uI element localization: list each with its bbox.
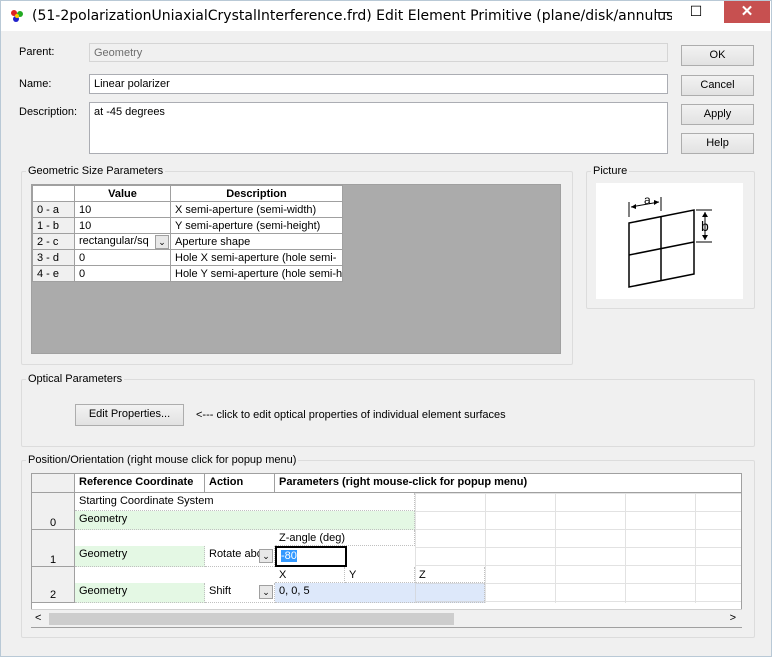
parent-field: Geometry xyxy=(89,43,668,62)
geometric-corner-header xyxy=(32,185,75,202)
geometric-row-id: 0 - a xyxy=(32,201,75,218)
parent-label: Parent: xyxy=(19,46,55,58)
row1-reference[interactable]: Geometry xyxy=(75,546,205,567)
close-button[interactable]: ✕ xyxy=(724,1,770,23)
geometric-row-value[interactable]: 10 xyxy=(74,217,171,234)
geometric-row-value[interactable]: 0 xyxy=(74,265,171,282)
diagram-label-b: b xyxy=(701,218,709,234)
minimize-button[interactable]: — xyxy=(647,1,677,23)
position-row-index: 2 xyxy=(32,567,75,603)
geometric-row-description: Aperture shape xyxy=(170,233,343,250)
edit-properties-button[interactable]: Edit Properties... xyxy=(75,404,184,426)
empty-grid xyxy=(415,493,741,603)
position-corner-header xyxy=(32,474,75,493)
row0-reference[interactable]: Geometry xyxy=(75,511,415,530)
description-input[interactable]: at -45 degrees xyxy=(89,102,668,154)
dialog-window: (51-2polarizationUniaxialCrystalInterfer… xyxy=(0,0,772,657)
title-bar: (51-2polarizationUniaxialCrystalInterfer… xyxy=(1,1,771,31)
geometric-row-id: 3 - d xyxy=(32,249,75,266)
maximize-button[interactable]: ☐ xyxy=(681,1,711,23)
geometric-row-description: Y semi-aperture (semi-height) xyxy=(170,217,343,234)
row2-reference[interactable]: Geometry xyxy=(75,583,205,603)
ok-button[interactable]: OK xyxy=(681,45,754,66)
chevron-down-icon[interactable]: ⌄ xyxy=(155,234,169,249)
description-label: Description: xyxy=(19,106,78,118)
app-icon xyxy=(11,10,23,22)
geometric-row: 3 - d 0 Hole X semi-aperture (hole semi- xyxy=(32,249,343,266)
aperture-shape-combo[interactable]: rectangular/sq ⌄ xyxy=(74,233,171,250)
geometric-row-id: 4 - e xyxy=(32,265,75,282)
aperture-diagram-svg: a b xyxy=(628,193,712,288)
position-row-index: 1 xyxy=(32,530,75,567)
row1-action-value: Rotate abo xyxy=(209,548,263,560)
parameters-header: Parameters (right mouse-click for popup … xyxy=(275,474,741,493)
ref-coordinate-header: Reference Coordinate xyxy=(75,474,205,493)
position-group-title: Position/Orientation (right mouse click … xyxy=(26,454,299,466)
geometric-row-description: Hole Y semi-aperture (hole semi-h xyxy=(170,265,343,282)
row2-action-combo[interactable]: Shift ⌄ xyxy=(205,583,275,603)
aperture-diagram: a b xyxy=(596,183,743,299)
horizontal-scrollbar[interactable]: < > xyxy=(31,609,742,627)
geometric-row-id: 1 - b xyxy=(32,217,75,234)
geometric-row-value[interactable]: 0 xyxy=(74,249,171,266)
geometric-row: 1 - b 10 Y semi-aperture (semi-height) xyxy=(32,217,343,234)
aperture-shape-value: rectangular/sq xyxy=(79,234,149,247)
geometric-row: 2 - c rectangular/sq ⌄ Aperture shape xyxy=(32,233,343,250)
scroll-thumb[interactable] xyxy=(49,613,454,625)
geometric-table: Value Description 0 - a 10 X semi-apertu… xyxy=(31,184,561,354)
geometric-value-header: Value xyxy=(74,185,171,202)
geometric-row: 0 - a 10 X semi-aperture (semi-width) xyxy=(32,201,343,218)
z-angle-value: -80 xyxy=(281,550,297,562)
diagram-label-a: a xyxy=(644,193,651,207)
window-title: (51-2polarizationUniaxialCrystalInterfer… xyxy=(32,8,672,24)
geometric-row-description: Hole X semi-aperture (hole semi- xyxy=(170,249,343,266)
row2-action-value: Shift xyxy=(209,585,232,597)
optical-group-title: Optical Parameters xyxy=(26,373,125,385)
apply-button[interactable]: Apply xyxy=(681,104,754,125)
scroll-right-arrow[interactable]: > xyxy=(730,612,736,624)
z-angle-label: Z-angle (deg) xyxy=(275,530,415,546)
position-row-index: 0 xyxy=(32,493,75,530)
geometric-group-title: Geometric Size Parameters xyxy=(26,165,166,177)
geometric-row-value[interactable]: 10 xyxy=(74,201,171,218)
picture-group-title: Picture xyxy=(591,165,630,177)
geometric-row-id: 2 - c xyxy=(32,233,75,250)
action-header: Action xyxy=(205,474,275,493)
starting-coordinate-label: Starting Coordinate System xyxy=(75,493,415,511)
help-button[interactable]: Help xyxy=(681,133,754,154)
cancel-button[interactable]: Cancel xyxy=(681,75,754,96)
optical-hint: <--- click to edit optical properties of… xyxy=(196,409,506,421)
name-label: Name: xyxy=(19,78,52,90)
x-label: X xyxy=(275,567,345,583)
row1-action-combo[interactable]: Rotate abo ⌄ xyxy=(205,546,275,567)
geometric-row-description: X semi-aperture (semi-width) xyxy=(170,201,343,218)
geometric-row: 4 - e 0 Hole Y semi-aperture (hole semi-… xyxy=(32,265,343,282)
name-input[interactable]: Linear polarizer xyxy=(89,74,668,94)
geometric-description-header: Description xyxy=(170,185,343,202)
chevron-down-icon[interactable]: ⌄ xyxy=(259,549,273,563)
z-angle-input[interactable]: -80 xyxy=(275,546,347,567)
y-label: Y xyxy=(345,567,415,583)
chevron-down-icon[interactable]: ⌄ xyxy=(259,585,273,599)
scroll-left-arrow[interactable]: < xyxy=(35,612,41,624)
geometric-header-row: Value Description xyxy=(32,185,343,202)
position-table: Reference Coordinate Action Parameters (… xyxy=(31,473,742,628)
